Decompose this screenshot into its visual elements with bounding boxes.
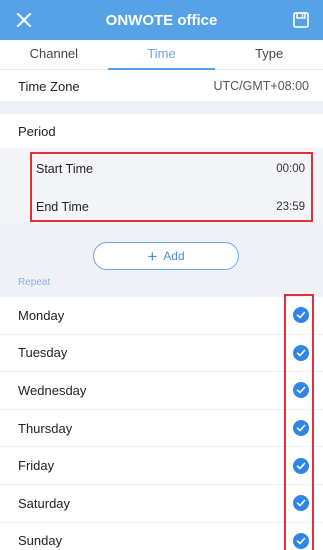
checkmark-icon[interactable] <box>293 420 309 437</box>
top-app-bar: ONWOTE office <box>0 0 323 40</box>
add-button[interactable]: + Add <box>93 242 239 270</box>
time-zone-value: UTC/GMT+08:00 <box>213 79 309 93</box>
day-row-monday[interactable]: Monday <box>0 297 323 335</box>
day-label: Monday <box>18 307 65 323</box>
add-button-label: Add <box>163 249 185 263</box>
day-label: Wednesday <box>18 382 87 398</box>
section-divider <box>0 101 323 114</box>
end-time-label: End Time <box>36 200 89 214</box>
day-row-tuesday[interactable]: Tuesday <box>0 334 323 373</box>
repeat-label: Repeat <box>18 277 51 288</box>
day-row-friday[interactable]: Friday <box>0 447 323 485</box>
tab-bar: Channel Time Type <box>0 40 323 70</box>
tab-channel[interactable]: Channel <box>0 40 108 69</box>
end-time-value: 23:59 <box>276 201 305 213</box>
day-row-sunday[interactable]: Sunday <box>0 522 323 550</box>
end-time-row[interactable]: End Time 23:59 <box>30 188 313 226</box>
start-time-row[interactable]: Start Time 00:00 <box>30 150 313 188</box>
time-zone-label: Time Zone <box>18 78 80 94</box>
checkmark-icon[interactable] <box>293 382 309 399</box>
day-row-wednesday[interactable]: Wednesday <box>0 372 323 410</box>
checkmark-icon[interactable] <box>293 307 309 324</box>
day-label: Sunday <box>18 533 63 549</box>
day-label: Thursday <box>18 420 73 436</box>
save-icon[interactable] <box>289 8 313 32</box>
period-heading: Period <box>0 114 323 148</box>
day-label: Friday <box>18 458 55 474</box>
checkmark-icon[interactable] <box>293 457 309 474</box>
time-zone-row[interactable]: Time Zone UTC/GMT+08:00 <box>0 71 323 101</box>
start-time-value: 00:00 <box>276 163 305 175</box>
start-time-label: Start Time <box>36 162 93 176</box>
tab-time[interactable]: Time <box>107 40 216 70</box>
tab-type[interactable]: Type <box>215 40 323 69</box>
checkmark-icon[interactable] <box>293 532 309 549</box>
day-label: Tuesday <box>18 345 68 361</box>
checkmark-icon[interactable] <box>293 344 309 361</box>
checkmark-icon[interactable] <box>293 495 309 512</box>
day-row-saturday[interactable]: Saturday <box>0 484 323 523</box>
day-list: Monday Tuesday Wednesday Thursday Friday… <box>0 297 323 550</box>
day-row-thursday[interactable]: Thursday <box>0 409 323 448</box>
plus-icon: + <box>147 246 158 266</box>
page-title: ONWOTE office <box>105 11 218 29</box>
close-icon[interactable] <box>12 8 36 32</box>
day-label: Saturday <box>18 495 71 511</box>
